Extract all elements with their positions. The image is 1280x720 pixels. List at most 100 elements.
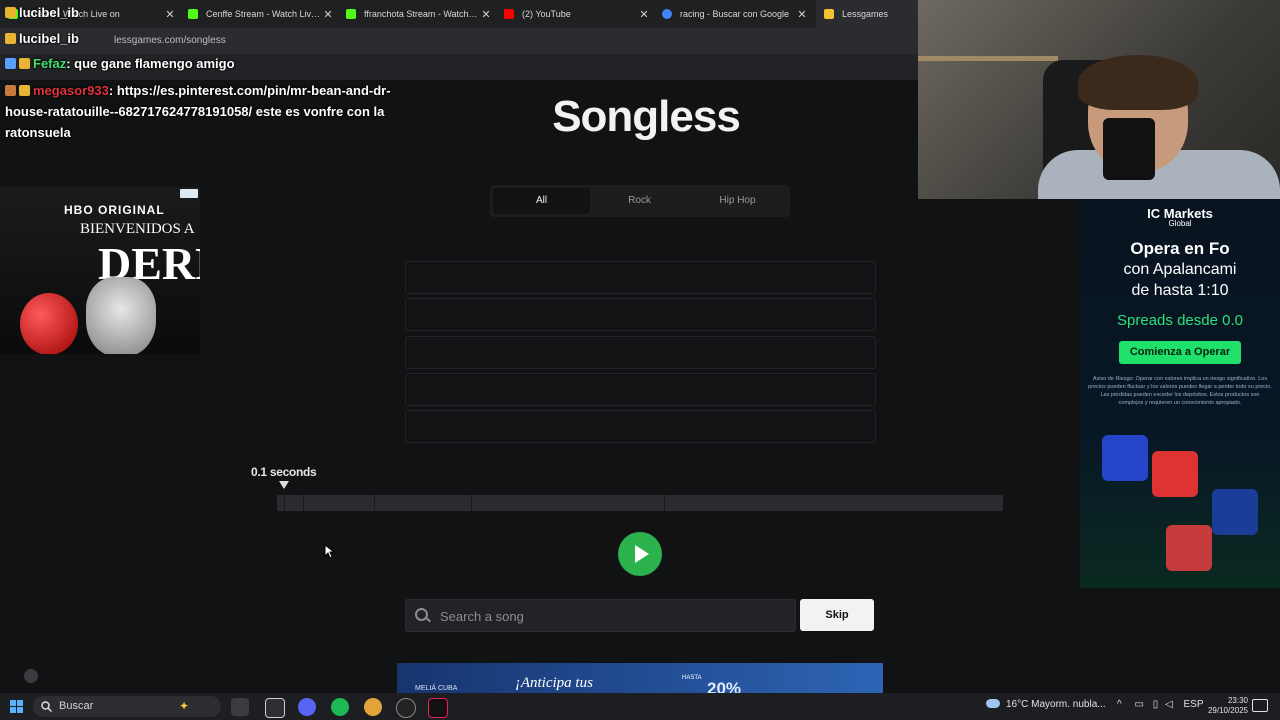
song-search-box	[405, 599, 796, 633]
timeline-tick	[374, 495, 375, 511]
mug	[1103, 118, 1155, 180]
seconds-label: 0.1 seconds	[251, 465, 317, 479]
discord-icon[interactable]	[298, 698, 316, 716]
chat-line-3: Fefaz: que gane flamengo amigo	[5, 56, 235, 71]
address-bar[interactable]: lessgames.com/songless	[0, 28, 918, 54]
badge-icon	[5, 85, 16, 96]
windows-start-icon[interactable]	[10, 700, 23, 713]
chat-line-2: lucibel_ib	[5, 31, 79, 46]
eu-flag-cube	[1102, 435, 1148, 481]
battery-icon[interactable]: ▯	[1153, 699, 1159, 710]
notification-icon[interactable]	[1252, 699, 1268, 712]
spotify-icon[interactable]	[331, 698, 349, 716]
ad-percent: 20%	[707, 679, 742, 693]
volume-icon[interactable]: ◁	[1165, 699, 1173, 710]
chat-line-4: megasor933: https://es.pinterest.com/pin…	[5, 83, 391, 140]
chat-line-1: lucibel_ib	[5, 5, 79, 20]
genre-hiphop-tab[interactable]: Hip Hop	[689, 188, 786, 214]
search-icon	[415, 608, 428, 621]
adchoices-icon[interactable]	[180, 189, 198, 198]
google-icon	[662, 9, 672, 19]
webcam-overlay	[918, 0, 1280, 199]
guess-slot-5	[405, 410, 876, 443]
ad-brand-sub: Global	[1168, 219, 1192, 228]
balloon-image	[20, 293, 78, 354]
song-search-input[interactable]	[438, 600, 782, 633]
guess-slot-2	[405, 298, 876, 331]
guess-slot-4	[405, 373, 876, 406]
browser-tab-bar: Stream - Watch Live on ✕ Cenffe Stream -…	[0, 0, 918, 28]
chrome-icon[interactable]	[364, 698, 382, 716]
timeline-marker-icon	[279, 481, 289, 489]
streamer-hair	[1078, 55, 1198, 110]
flag-cube	[1152, 451, 1198, 497]
badge-icon	[19, 58, 30, 69]
tab-cenffe-stream[interactable]: Cenffe Stream - Watch Live on ✕	[180, 0, 338, 28]
ad-brand: MELIÁ CUBA	[415, 685, 458, 692]
ad-disclaimer: Aviso de Riesgo: Operar con valores impl…	[1088, 376, 1272, 406]
kick-icon	[188, 9, 198, 19]
play-button[interactable]	[618, 532, 662, 576]
genre-selector: All Rock Hip Hop	[490, 185, 790, 217]
settings-icon[interactable]	[24, 669, 38, 683]
shelf	[918, 56, 1058, 61]
ad-text: ¡Anticipa tus	[515, 675, 593, 691]
ad-headline: de hasta 1:10	[1131, 282, 1229, 299]
ad-hasta: HASTA	[682, 675, 702, 681]
skip-button[interactable]: Skip	[800, 599, 874, 631]
ad-spreads: Spreads desde 0.0	[1117, 312, 1243, 329]
badge-icon	[5, 58, 16, 69]
close-icon[interactable]: ✕	[796, 8, 808, 21]
close-icon[interactable]: ✕	[164, 8, 176, 21]
clock[interactable]: 23:30 29/10/2025	[1200, 696, 1248, 716]
bottom-banner-ad[interactable]: MELIÁ CUBA ¡Anticipa tus HASTA 20%	[397, 663, 883, 693]
obs-icon[interactable]	[396, 698, 416, 718]
network-icon[interactable]: ▭	[1134, 699, 1143, 710]
app-icon[interactable]	[265, 698, 285, 718]
mouse-cursor-icon	[324, 544, 334, 559]
badge-icon	[19, 85, 30, 96]
snippet-timeline	[277, 495, 1003, 511]
genre-rock-tab[interactable]: Rock	[591, 188, 688, 214]
close-icon[interactable]: ✕	[480, 8, 492, 21]
tab-youtube[interactable]: (2) YouTube ✕	[496, 0, 654, 28]
timeline-tick	[471, 495, 472, 511]
genre-all-tab[interactable]: All	[493, 188, 590, 214]
guess-slot-1	[405, 261, 876, 294]
task-view-icon[interactable]	[231, 698, 249, 716]
guess-slot-3	[405, 336, 876, 369]
url-text[interactable]: lessgames.com/songless	[114, 35, 226, 46]
tab-lessgames[interactable]: Lessgames	[816, 0, 918, 28]
clown-image	[86, 277, 156, 354]
taskbar-search[interactable]: Buscar ✦	[33, 696, 221, 717]
ad-brand: HBO ORIGINAL	[64, 203, 165, 217]
tab-google[interactable]: racing - Buscar con Google ✕	[654, 0, 812, 28]
ad-headline: Opera en Fo	[1130, 239, 1230, 258]
tab-ffranchota-stream[interactable]: ffranchota Stream - Watch Live ✕	[338, 0, 496, 28]
tiktok-icon[interactable]	[428, 698, 448, 718]
ad-headline: con Apalancami	[1123, 261, 1237, 278]
lessgames-icon	[824, 9, 834, 19]
badge-icon	[5, 7, 16, 18]
close-icon[interactable]: ✕	[638, 8, 650, 21]
copilot-sparkle-icon: ✦	[179, 699, 190, 713]
weather-widget[interactable]: 16°C Mayorm. nubla...	[986, 699, 1106, 710]
clock-date: 29/10/2025	[1207, 706, 1248, 715]
ad-line: BIENVENIDOS A	[80, 221, 195, 237]
timeline-tick	[664, 495, 665, 511]
timeline-tick	[284, 495, 285, 511]
search-icon	[41, 701, 52, 712]
badge-icon	[5, 33, 16, 44]
clock-time: 23:30	[1227, 696, 1248, 705]
close-icon[interactable]: ✕	[322, 8, 334, 21]
icmarkets-ad[interactable]: IC Markets Global Opera en Fo con Apalan…	[1080, 199, 1280, 588]
timeline-tick	[303, 495, 304, 511]
system-tray[interactable]: ^ ▭ ▯ ◁ ESP	[1117, 699, 1204, 710]
songless-logo[interactable]: Songless	[460, 92, 832, 142]
hbo-ad[interactable]: HBO ORIGINAL BIENVENIDOS A DERRY	[0, 187, 200, 354]
ad-cta-button[interactable]: Comienza a Operar	[1119, 341, 1241, 364]
us-flag-cube	[1166, 525, 1212, 571]
kick-icon	[346, 9, 356, 19]
cloud-icon	[986, 699, 1000, 708]
chevron-up-icon[interactable]: ^	[1117, 699, 1122, 710]
